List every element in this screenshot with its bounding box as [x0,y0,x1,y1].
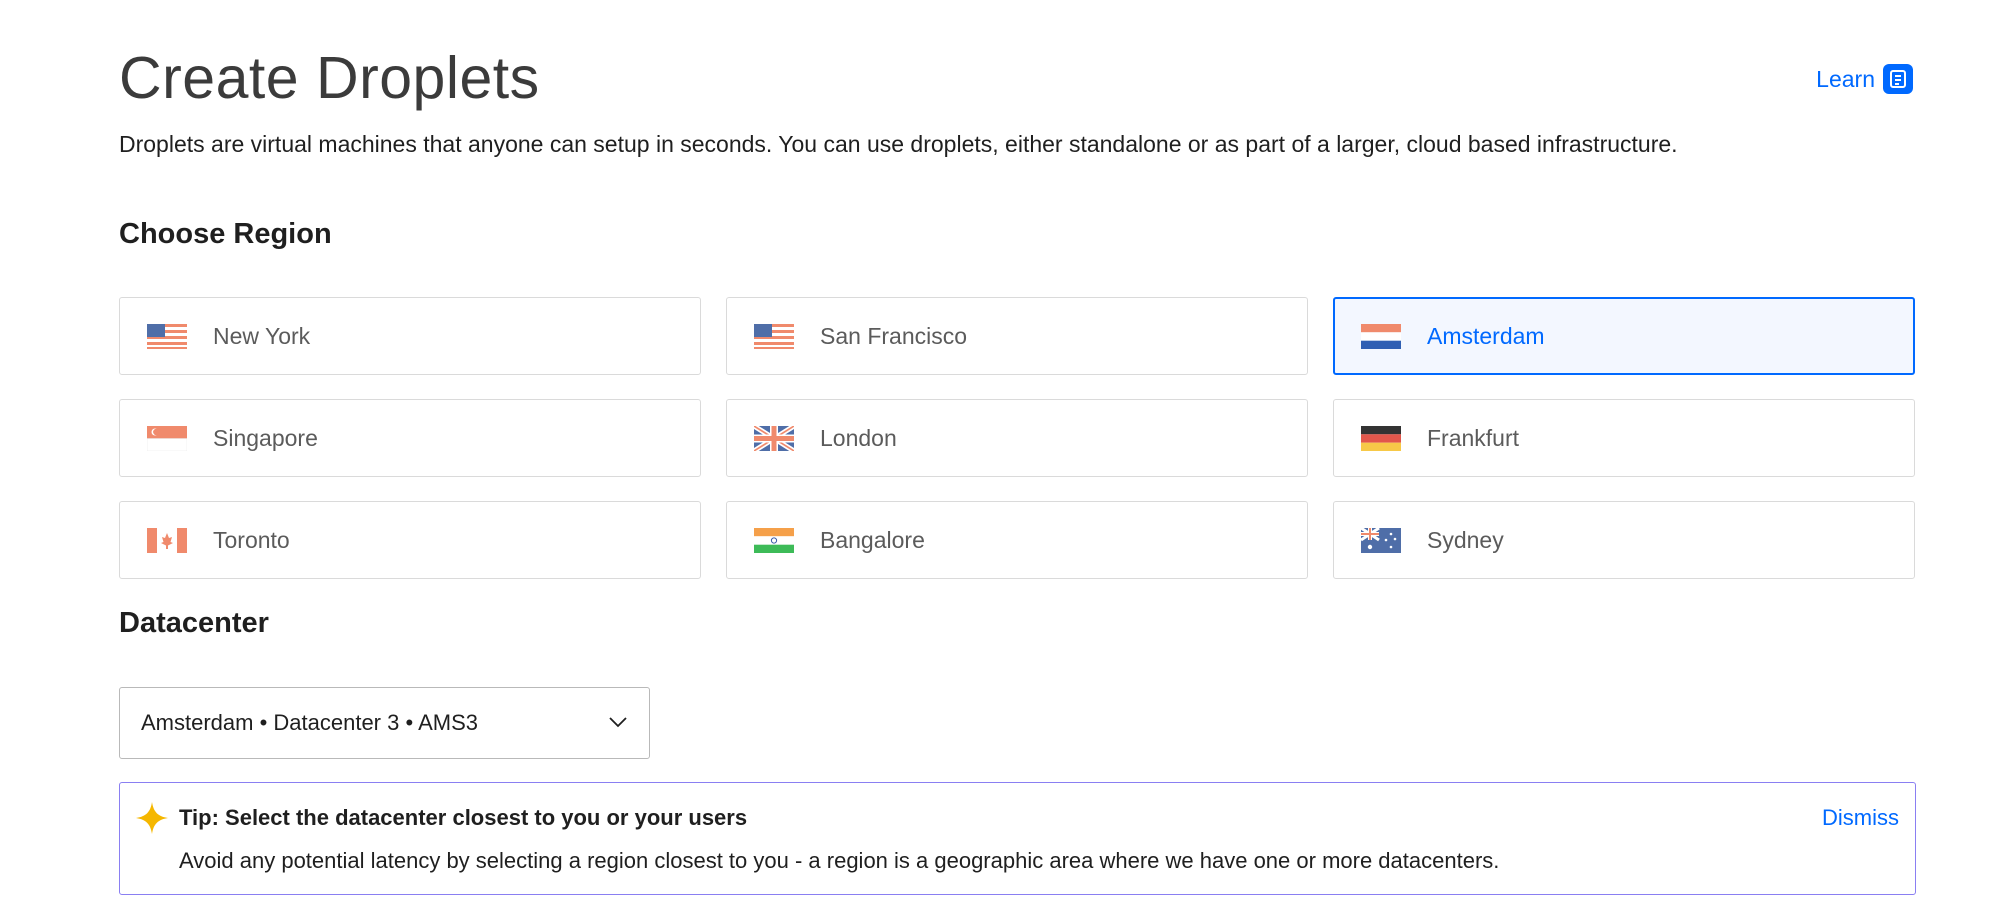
singapore-flag-icon [147,425,187,451]
page-title: Create Droplets [119,45,540,111]
datacenter-select[interactable]: Amsterdam • Datacenter 3 • AMS3 [119,687,650,759]
tip-title: Tip: Select the datacenter closest to yo… [179,805,748,830]
region-option-amsterdam[interactable]: Amsterdam [1333,297,1915,375]
region-label: Bangalore [820,526,925,553]
region-label: Sydney [1427,526,1504,553]
region-label: London [820,424,897,451]
region-label: Singapore [213,424,318,451]
us-flag-icon [754,323,794,349]
region-label: San Francisco [820,322,968,349]
region-option-london[interactable]: London [726,399,1308,477]
region-option-frankfurt[interactable]: Frankfurt [1333,399,1915,477]
region-option-bangalore[interactable]: Bangalore [726,501,1308,579]
us-flag-icon [147,323,187,349]
region-grid: New York San Francisco Amsterdam Singapo… [119,297,1915,579]
document-icon [1883,64,1913,94]
page-description: Droplets are virtual machines that anyon… [119,131,1678,157]
canada-flag-icon [147,527,187,553]
australia-flag-icon [1361,527,1401,553]
region-option-singapore[interactable]: Singapore [119,399,701,477]
netherlands-flag-icon [1361,323,1401,349]
datacenter-heading: Datacenter [119,607,269,639]
region-label: Amsterdam [1427,322,1545,349]
india-flag-icon [754,527,794,553]
learn-label: Learn [1816,65,1875,92]
uk-flag-icon [754,425,794,451]
region-option-toronto[interactable]: Toronto [119,501,701,579]
chevron-down-icon [609,717,627,728]
germany-flag-icon [1361,425,1401,451]
region-label: Frankfurt [1427,424,1520,451]
region-option-sydney[interactable]: Sydney [1333,501,1915,579]
region-label: Toronto [213,526,290,553]
region-option-san-francisco[interactable]: San Francisco [726,297,1308,375]
region-label: New York [213,322,311,349]
tip-body: Avoid any potential latency by selecting… [179,848,1500,873]
dismiss-button[interactable]: Dismiss [1822,805,1899,831]
choose-region-heading: Choose Region [119,218,332,250]
tip-banner: Tip: Select the datacenter closest to yo… [119,782,1916,895]
learn-link[interactable]: Learn [1816,64,1913,94]
datacenter-selected-value: Amsterdam • Datacenter 3 • AMS3 [141,710,478,735]
sparkle-icon [136,802,168,834]
region-option-new-york[interactable]: New York [119,297,701,375]
